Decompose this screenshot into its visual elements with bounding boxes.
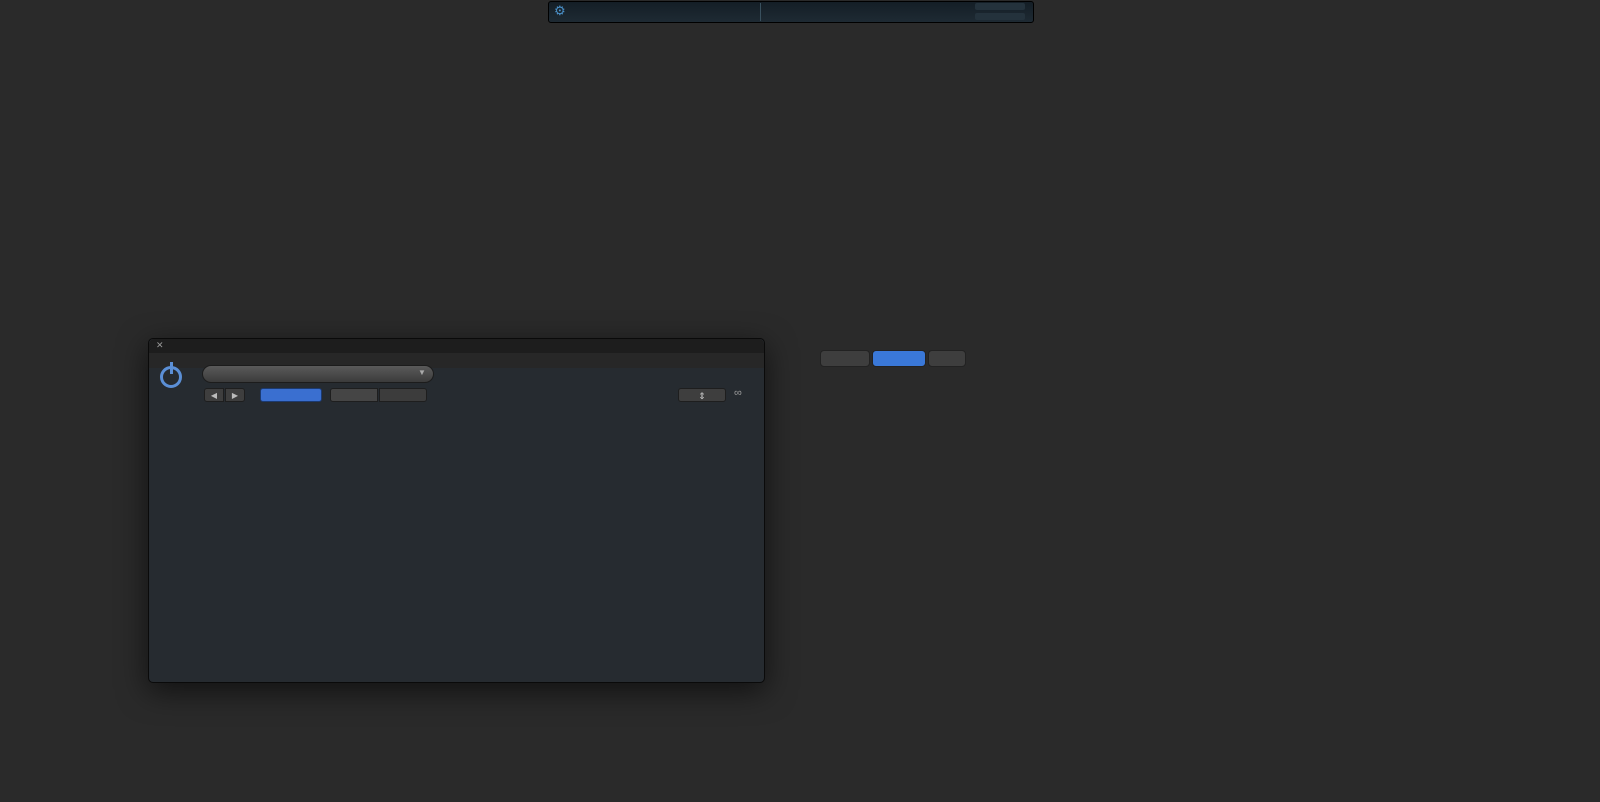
prev-preset-button[interactable]: ◀ [204,388,224,402]
chevron-down-icon: ▼ [418,368,426,377]
logic-pro-screen: ⚙ ✕ ▼ ◀ ▶ ⇕ ∞ [0,0,1600,802]
compare-button[interactable] [260,388,322,402]
close-icon[interactable]: ✕ [156,340,164,351]
mixer-tab-single[interactable] [820,350,870,367]
cpu-meter [975,3,1025,10]
copy-button[interactable] [330,388,378,402]
view-zoom-select[interactable]: ⇕ [678,388,726,402]
paste-button[interactable] [379,388,427,402]
mixer-tab-tracks[interactable] [872,350,926,367]
preset-selector[interactable] [202,365,434,383]
gear-icon[interactable]: ⚙ [554,3,566,19]
next-preset-button[interactable]: ▶ [225,388,245,402]
mixer-tab-all[interactable] [928,350,966,367]
lcd-display [548,1,1034,23]
hd-meter [975,13,1025,20]
link-icon[interactable]: ∞ [734,387,742,399]
